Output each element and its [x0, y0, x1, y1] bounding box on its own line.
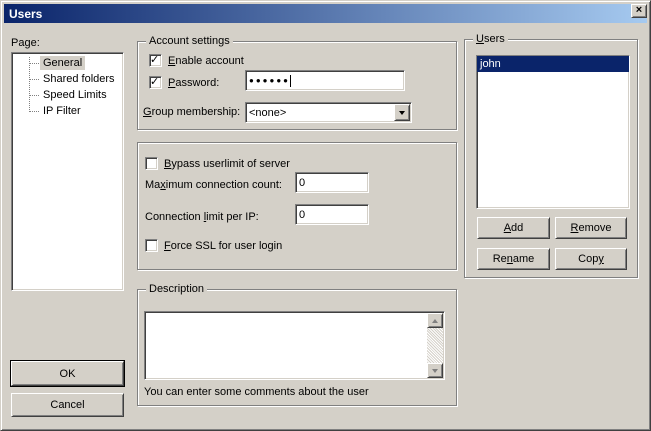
account-settings-title: Account settings [146, 35, 233, 47]
max-connection-label: Maximum connection count: [145, 179, 282, 191]
password-label[interactable]: Password: [168, 77, 219, 89]
close-icon: × [636, 5, 642, 16]
connection-per-ip-input[interactable]: 0 [295, 204, 369, 225]
group-membership-label: Group membership: [143, 106, 240, 118]
list-item-john[interactable]: john [477, 56, 629, 72]
description-textarea[interactable] [144, 311, 445, 380]
vertical-scrollbar[interactable] [427, 313, 443, 378]
check-icon: ✓ [150, 75, 159, 88]
account-settings-group: Account settings ✓ Enable account ✓ Pass… [137, 41, 457, 130]
chevron-down-icon [399, 111, 405, 115]
check-icon: ✓ [150, 53, 159, 66]
tree-item-shared-folders[interactable]: Shared folders [12, 71, 123, 87]
tree-item-label: General [40, 56, 85, 70]
arrow-up-icon [432, 319, 438, 323]
users-listbox[interactable]: john [476, 55, 630, 209]
connection-per-ip-value: 0 [299, 209, 305, 221]
scroll-down-button[interactable] [427, 363, 443, 378]
tree-item-label: IP Filter [40, 104, 84, 118]
add-button[interactable]: Add [477, 217, 550, 239]
group-membership-select[interactable]: <none> [245, 102, 412, 123]
page-tree[interactable]: General Shared folders Speed Limits IP F… [11, 52, 124, 291]
tree-item-general[interactable]: General [12, 55, 123, 71]
group-membership-value: <none> [249, 107, 286, 119]
arrow-down-icon [432, 369, 438, 373]
max-connection-value: 0 [299, 177, 305, 189]
close-button[interactable]: × [631, 4, 647, 18]
password-masked-value: ●●●●●● [249, 77, 290, 85]
tree-item-label: Speed Limits [40, 88, 110, 102]
bypass-userlimit-label[interactable]: Bypass userlimit of server [164, 158, 290, 170]
cancel-button[interactable]: Cancel [11, 393, 124, 417]
force-ssl-checkbox[interactable]: ✓ [145, 239, 158, 252]
users-dialog: Users × Page: General Shared folders Spe… [0, 0, 651, 431]
users-group: Users john Add Remove Rename Copy [464, 39, 638, 278]
combo-dropdown-button[interactable] [394, 104, 410, 121]
connection-limits-group: ✓ Bypass userlimit of server Maximum con… [137, 142, 457, 270]
max-connection-input[interactable]: 0 [295, 172, 369, 193]
rename-button[interactable]: Rename [477, 248, 550, 270]
window-title: Users [4, 7, 42, 21]
tree-item-speed-limits[interactable]: Speed Limits [12, 87, 123, 103]
copy-button[interactable]: Copy [555, 248, 627, 270]
text-caret [290, 75, 291, 87]
tree-item-ip-filter[interactable]: IP Filter [12, 103, 123, 119]
page-label: Page: [11, 37, 40, 49]
enable-account-checkbox[interactable]: ✓ [149, 54, 162, 67]
ok-button[interactable]: OK [11, 361, 124, 386]
scroll-up-button[interactable] [427, 313, 443, 328]
description-group: Description You can enter some comments … [137, 289, 457, 406]
password-checkbox[interactable]: ✓ [149, 76, 162, 89]
enable-account-label[interactable]: Enable account [168, 55, 244, 67]
titlebar[interactable]: Users [4, 4, 647, 23]
users-group-title: Users [473, 33, 508, 45]
remove-button[interactable]: Remove [555, 217, 627, 239]
list-item-label: john [480, 58, 501, 70]
description-hint: You can enter some comments about the us… [144, 386, 369, 398]
password-input[interactable]: ●●●●●● [245, 70, 405, 91]
tree-item-label: Shared folders [40, 72, 118, 86]
force-ssl-label[interactable]: Force SSL for user login [164, 240, 282, 252]
description-title: Description [146, 283, 207, 295]
connection-per-ip-label: Connection limit per IP: [145, 211, 259, 223]
bypass-userlimit-checkbox[interactable]: ✓ [145, 157, 158, 170]
